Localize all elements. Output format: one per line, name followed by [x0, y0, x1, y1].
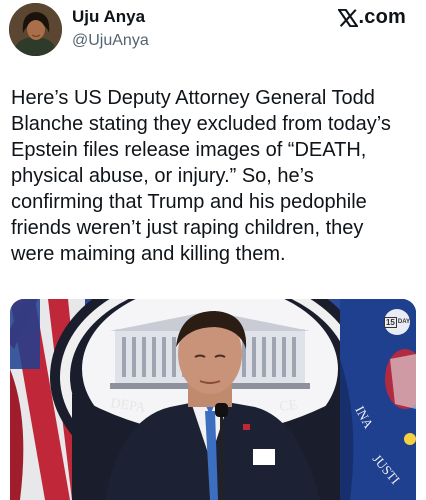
user-handle[interactable]: @UjuAnya — [72, 30, 149, 52]
x-logo-text: .com — [358, 6, 406, 28]
display-name[interactable]: Uju Anya — [72, 6, 149, 28]
tweet-header: Uju Anya @UjuAnya .com — [0, 0, 426, 62]
calendar-badge: 15 DAY — [383, 309, 411, 335]
seal-text-right: CE — [278, 398, 298, 415]
avatar[interactable] — [9, 3, 62, 56]
tweet-line: were maiming and killing them. — [11, 243, 286, 265]
tweet-line: confirming that Trump and his pedophile — [11, 191, 367, 213]
tweet-line: physical abuse, or injury.” So, he’s — [11, 165, 314, 187]
calendar-badge-label: DAY — [397, 319, 411, 325]
tweet-line: friends weren’t just raping children, th… — [11, 217, 364, 239]
x-logo-icon — [337, 9, 358, 27]
calendar-icon: 15 — [383, 316, 397, 328]
x-logo: .com — [337, 6, 406, 29]
tweet-line: Epstein files release images of “DEATH, — [11, 139, 367, 161]
tweet-media[interactable]: DEPA CE INA JUSTI 15 DAY — [10, 299, 416, 500]
profile-photo-icon — [9, 3, 62, 56]
tweet-line: Here’s US Deputy Attorney General Todd — [11, 87, 375, 109]
tweet-line: Blanche stating they excluded from today… — [11, 113, 391, 135]
press-conference-image: DEPA CE INA JUSTI — [10, 299, 416, 500]
tweet-body: Here’s US Deputy Attorney General Todd B… — [11, 85, 421, 267]
